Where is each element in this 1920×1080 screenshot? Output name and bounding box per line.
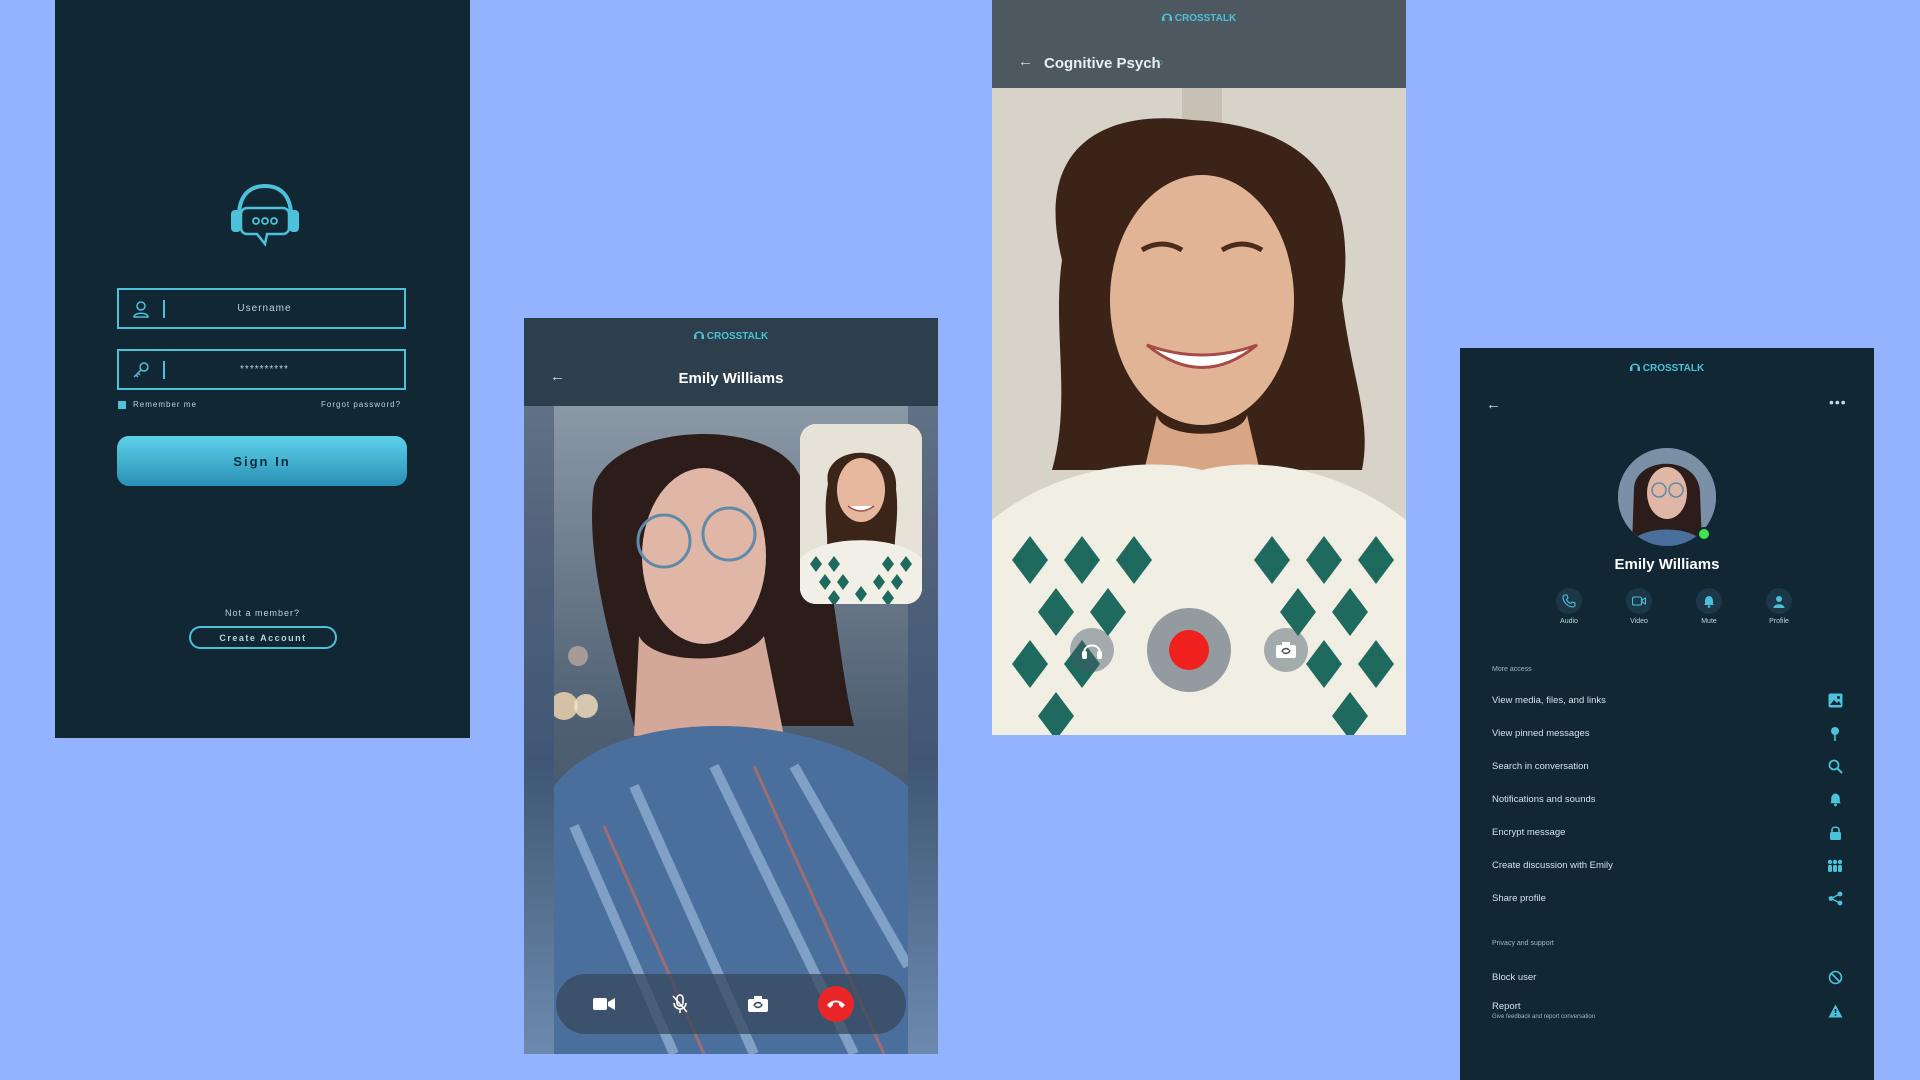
microphone-muted-icon[interactable]: [662, 986, 698, 1022]
verified-icon: ○: [1158, 57, 1164, 67]
share-icon: [1826, 890, 1844, 908]
menu-item-label: Search in conversation: [1492, 761, 1589, 772]
menu-item-create-discussion[interactable]: Create discussion with Emily: [1492, 849, 1844, 882]
report-subtitle: Give feedback and report conversation: [1492, 1014, 1596, 1020]
search-icon: [1826, 758, 1844, 776]
remember-checkbox[interactable]: [118, 400, 126, 409]
remember-label: Remember me: [133, 400, 197, 409]
sign-in-button[interactable]: Sign In: [117, 436, 407, 486]
self-video-feed: [800, 424, 922, 604]
not-member-text: Not a member?: [224, 608, 301, 618]
more-options-icon[interactable]: •••: [1829, 394, 1847, 410]
switch-camera-icon[interactable]: [740, 986, 776, 1022]
record-icon: [1169, 630, 1209, 670]
warning-icon: [1826, 1002, 1844, 1020]
back-arrow-icon[interactable]: ←: [1018, 53, 1033, 70]
person-icon: [1766, 588, 1792, 614]
group-title: Cognitive Psych: [1044, 55, 1161, 72]
user-icon: [119, 290, 163, 327]
quick-actions: Audio Video Mute Profile: [1546, 588, 1802, 625]
brand-header: CROSSTALK: [1460, 362, 1874, 375]
menu-item-view-media[interactable]: View media, files, and links: [1492, 684, 1844, 717]
menu-item-label: Report: [1492, 1001, 1521, 1012]
back-arrow-icon[interactable]: ←: [1486, 396, 1501, 413]
menu-item-label: Share profile: [1492, 893, 1546, 904]
bell-icon: [1826, 791, 1844, 809]
menu-item-block-user[interactable]: Block user: [1492, 961, 1844, 994]
group-icon: [1826, 857, 1844, 875]
contact-name: Emily Williams: [678, 370, 784, 387]
profile-action[interactable]: Profile: [1756, 588, 1802, 625]
video-call-screen: CROSSTALK ← Emily Williams: [524, 318, 938, 1054]
record-button[interactable]: [1147, 608, 1231, 692]
login-screen: Remember me Forgot password? Sign In Not…: [55, 0, 470, 738]
menu-item-label: Block user: [1492, 972, 1537, 983]
crosstalk-logo-icon: [225, 180, 305, 252]
username-field[interactable]: [117, 288, 406, 329]
menu-item-report[interactable]: Report Give feedback and report conversa…: [1492, 994, 1844, 1027]
audio-action[interactable]: Audio: [1546, 588, 1592, 625]
password-field[interactable]: [117, 349, 406, 390]
username-input[interactable]: [165, 303, 404, 314]
brand-name: CROSSTALK: [1642, 363, 1705, 374]
online-status-dot: [1697, 527, 1711, 541]
menu-item-notifications[interactable]: Notifications and sounds: [1492, 783, 1844, 816]
call-header: CROSSTALK ← Emily Williams: [524, 318, 938, 406]
privacy-support-label: Privacy and support: [1492, 940, 1554, 947]
forgot-password-link[interactable]: Forgot password?: [321, 400, 401, 409]
switch-camera-icon[interactable]: [1264, 628, 1308, 672]
menu-item-share-profile[interactable]: Share profile: [1492, 882, 1844, 915]
more-access-menu: View media, files, and links View pinned…: [1492, 684, 1844, 915]
headset-icon: [1629, 362, 1640, 375]
privacy-menu: Block user Report Give feedback and repo…: [1492, 961, 1844, 1027]
audio-label: Audio: [1560, 618, 1578, 625]
headphones-icon[interactable]: [1070, 628, 1114, 672]
menu-item-label: View media, files, and links: [1492, 695, 1606, 706]
video-icon: [1626, 588, 1652, 614]
video-action[interactable]: Video: [1616, 588, 1662, 625]
call-header: CROSSTALK ← Cognitive Psych ○: [992, 0, 1406, 88]
headset-icon: [693, 330, 704, 343]
mute-label: Mute: [1701, 618, 1717, 625]
headset-icon: [1161, 12, 1172, 25]
camera-icon[interactable]: [586, 986, 622, 1022]
phone-icon: [1556, 588, 1582, 614]
brand-name: CROSSTALK: [706, 331, 769, 342]
bell-icon: [1696, 588, 1722, 614]
mute-action[interactable]: Mute: [1686, 588, 1732, 625]
brand-header: CROSSTALK: [524, 330, 938, 343]
brand-name: CROSSTALK: [1174, 13, 1237, 24]
video-label: Video: [1630, 618, 1648, 625]
key-icon: [119, 351, 163, 388]
pin-icon: [1826, 725, 1844, 743]
remember-me[interactable]: Remember me: [118, 400, 197, 409]
image-icon: [1826, 692, 1844, 710]
menu-item-search-conversation[interactable]: Search in conversation: [1492, 750, 1844, 783]
hang-up-icon[interactable]: [818, 986, 854, 1022]
self-video-pip[interactable]: [800, 424, 922, 604]
block-icon: [1826, 969, 1844, 987]
more-access-label: More access: [1492, 666, 1532, 673]
profile-label: Profile: [1769, 618, 1789, 625]
brand-header: CROSSTALK: [992, 12, 1406, 25]
profile-name: Emily Williams: [1614, 556, 1720, 573]
menu-item-label: View pinned messages: [1492, 728, 1590, 739]
call-control-bar: [556, 974, 906, 1034]
menu-item-label: Encrypt message: [1492, 827, 1566, 838]
recording-call-screen: CROSSTALK ← Cognitive Psych ○: [992, 0, 1406, 735]
recording-controls: [992, 600, 1406, 700]
menu-item-encrypt[interactable]: Encrypt message: [1492, 816, 1844, 849]
menu-item-pinned-messages[interactable]: View pinned messages: [1492, 717, 1844, 750]
create-account-button[interactable]: Create Account: [189, 626, 337, 649]
password-input[interactable]: [165, 364, 404, 375]
lock-icon: [1826, 824, 1844, 842]
menu-item-label: Notifications and sounds: [1492, 794, 1596, 805]
profile-screen: CROSSTALK ← ••• Emily Williams Audio Vid…: [1460, 348, 1874, 1080]
menu-item-label: Create discussion with Emily: [1492, 860, 1613, 871]
